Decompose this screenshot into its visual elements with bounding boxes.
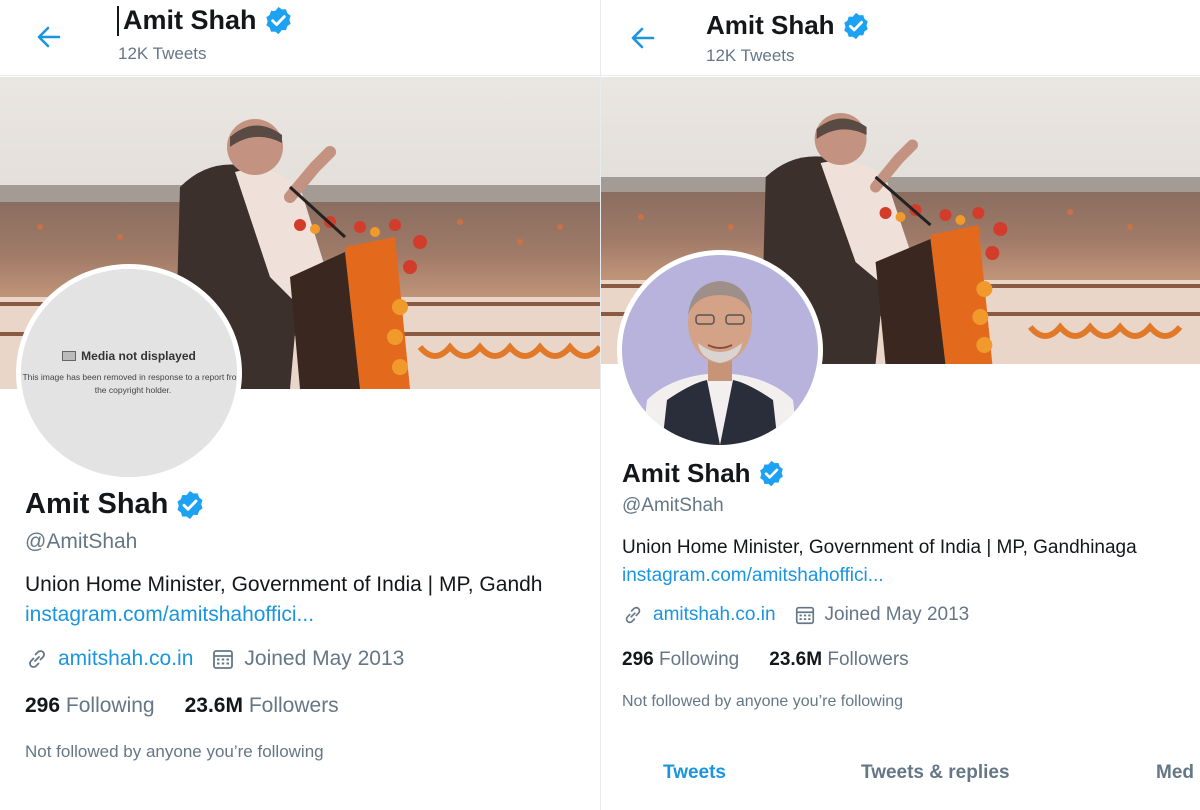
header-title-text: Amit Shah xyxy=(123,5,257,35)
arrow-left-icon xyxy=(37,26,61,48)
header-title-text: Amit Shah xyxy=(706,10,835,40)
calendar-icon xyxy=(795,606,814,625)
media-not-displayed-title: Media not displayed xyxy=(21,349,237,363)
media-not-displayed-description: This image has been removed in response … xyxy=(22,372,242,395)
avatar-media-placeholder: Media not displayed This image has been … xyxy=(21,269,237,477)
followers-stat[interactable]: 23.6M Followers xyxy=(769,649,908,671)
following-count: 296 xyxy=(25,694,61,717)
followers-count: 23.6M xyxy=(769,649,823,670)
verified-badge-icon xyxy=(263,5,294,36)
profile-stats: 296 Following 23.6M Followers xyxy=(25,694,369,718)
followers-stat[interactable]: 23.6M Followers xyxy=(185,694,339,718)
media-not-displayed-text: Media not displayed xyxy=(81,349,196,363)
profile-meta: amitshah.co.in Joined May 2013 xyxy=(622,604,969,626)
link-icon xyxy=(625,606,641,624)
verified-badge-icon xyxy=(174,489,206,521)
followers-label: Followers xyxy=(248,694,339,717)
header-title: Amit Shah xyxy=(706,10,871,41)
profile-header-bar: Amit Shah 12K Tweets xyxy=(601,0,1200,76)
back-button[interactable] xyxy=(32,22,66,52)
profile-name-text: Amit Shah xyxy=(622,458,751,488)
profile-bio: Union Home Minister, Government of India… xyxy=(622,537,1137,558)
profile-handle: @AmitShah xyxy=(25,530,138,553)
tab-media[interactable]: Med xyxy=(1156,762,1194,784)
tab-tweets-and-replies[interactable]: Tweets & replies xyxy=(861,762,1010,784)
following-count: 296 xyxy=(622,649,654,670)
verified-badge-icon xyxy=(841,11,871,41)
arrow-left-icon xyxy=(631,27,655,49)
following-label: Following xyxy=(65,694,155,717)
following-stat[interactable]: 296 Following xyxy=(25,694,155,718)
profile-tabs: Tweets Tweets & replies Med xyxy=(601,762,1200,802)
followers-count: 23.6M xyxy=(184,694,243,717)
image-icon xyxy=(62,351,77,361)
tab-tweets[interactable]: Tweets xyxy=(663,762,726,784)
following-stat[interactable]: 296 Following xyxy=(622,649,739,671)
link-icon xyxy=(29,650,45,668)
header-title: Amit Shah xyxy=(117,5,294,36)
profile-handle: @AmitShah xyxy=(622,495,724,516)
following-label: Following xyxy=(658,649,740,670)
profile-joined-date: Joined May 2013 xyxy=(244,647,405,670)
avatar[interactable] xyxy=(617,250,823,450)
profile-panel-left: Amit Shah 12K Tweets Media not displayed… xyxy=(0,0,600,810)
profile-website-link[interactable]: amitshah.co.in xyxy=(58,647,193,671)
profile-stats: 296 Following 23.6M Followers xyxy=(622,649,939,671)
profile-joined-date: Joined May 2013 xyxy=(824,604,970,625)
profile-name: Amit Shah xyxy=(622,458,786,489)
back-button[interactable] xyxy=(626,23,660,53)
not-followed-notice: Not followed by anyone you’re following xyxy=(25,742,324,761)
bio-instagram-link[interactable]: instagram.com/amitshahoffici... xyxy=(622,565,884,587)
avatar-photo xyxy=(622,255,818,445)
header-tweet-count: 12K Tweets xyxy=(118,44,207,63)
profile-bio: Union Home Minister, Government of India… xyxy=(25,573,543,596)
profile-name: Amit Shah xyxy=(25,488,206,521)
verified-badge-icon xyxy=(757,459,786,488)
profile-website-link[interactable]: amitshah.co.in xyxy=(653,604,776,626)
profile-name-text: Amit Shah xyxy=(25,488,169,520)
avatar[interactable]: Media not displayed This image has been … xyxy=(16,264,242,482)
bio-instagram-link[interactable]: instagram.com/amitshahoffici... xyxy=(25,603,314,627)
not-followed-notice: Not followed by anyone you’re following xyxy=(622,693,904,710)
calendar-icon xyxy=(213,650,234,669)
followers-label: Followers xyxy=(827,649,909,670)
text-cursor xyxy=(117,5,119,36)
profile-header-bar: Amit Shah 12K Tweets xyxy=(0,0,600,76)
header-tweet-count: 12K Tweets xyxy=(706,46,795,65)
profile-panel-right: Amit Shah 12K Tweets Amit Shah @AmitShah… xyxy=(601,0,1200,810)
profile-meta: amitshah.co.in Joined May 2013 xyxy=(25,647,404,671)
